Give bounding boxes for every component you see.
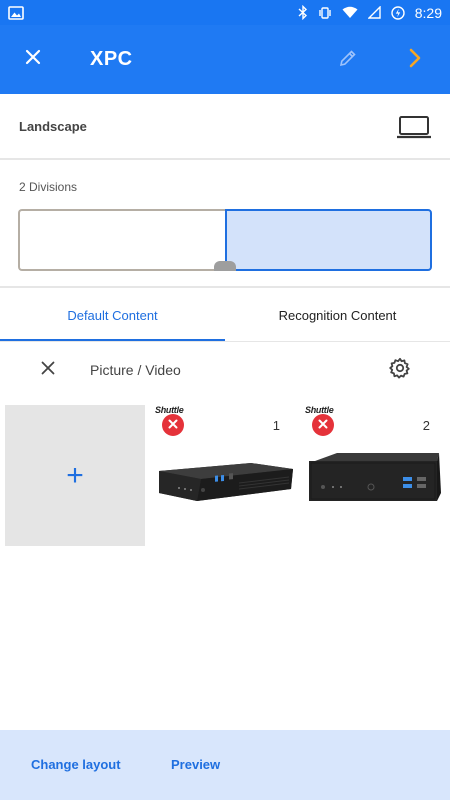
orientation-row[interactable]: Landscape (0, 94, 450, 160)
close-icon (41, 361, 55, 380)
divisions-label: 2 Divisions (19, 180, 78, 194)
settings-button[interactable] (387, 357, 413, 383)
landscape-screen-icon[interactable] (396, 115, 432, 144)
media-index: 2 (422, 418, 430, 433)
signal-icon (367, 6, 381, 19)
add-icon: + (66, 458, 84, 492)
battery-charging-icon (391, 5, 405, 20)
close-button[interactable] (0, 25, 66, 94)
status-bar: 8:29 (0, 0, 450, 25)
content-header: Picture / Video (0, 342, 450, 398)
image-icon (8, 5, 24, 20)
bottom-action-bar: Change layout Preview (0, 730, 450, 800)
orientation-label: Landscape (19, 118, 87, 134)
preview-button[interactable]: Preview (171, 757, 220, 772)
media-item[interactable]: Shuttle 1 (155, 405, 295, 546)
remove-media-button[interactable] (312, 414, 334, 436)
remove-icon (168, 416, 178, 434)
remove-icon (318, 416, 328, 434)
division-1[interactable] (18, 209, 225, 271)
content-type-label: Picture / Video (90, 362, 181, 378)
tab-recognition-content[interactable]: Recognition Content (225, 288, 450, 342)
edit-pencil-icon (338, 48, 358, 73)
wifi-icon (342, 6, 358, 19)
vibrate-icon (318, 6, 332, 20)
division-2-selected[interactable] (225, 209, 432, 271)
close-icon (25, 49, 41, 70)
gear-icon (389, 357, 411, 384)
remove-media-button[interactable] (162, 414, 184, 436)
media-index: 1 (272, 418, 280, 433)
add-media-tile[interactable]: + (5, 405, 145, 546)
next-button[interactable] (397, 42, 433, 78)
app-bar: XPC (0, 25, 450, 94)
bluetooth-icon (298, 5, 308, 20)
edit-button[interactable] (330, 42, 366, 78)
media-item[interactable]: Shuttle 2 (305, 405, 445, 546)
status-time: 8:29 (414, 4, 442, 21)
page-title: XPC (90, 48, 133, 70)
tab-default-content[interactable]: Default Content (0, 288, 225, 342)
division-drag-handle[interactable] (214, 261, 236, 271)
mini-pc-cube-image (309, 453, 441, 501)
change-layout-button[interactable]: Change layout (31, 757, 121, 772)
chevron-right-icon (408, 48, 422, 73)
content-tabs: Default Content Recognition Content (0, 288, 450, 342)
mini-pc-slim-image (159, 463, 293, 501)
clear-content-button[interactable] (36, 358, 60, 382)
